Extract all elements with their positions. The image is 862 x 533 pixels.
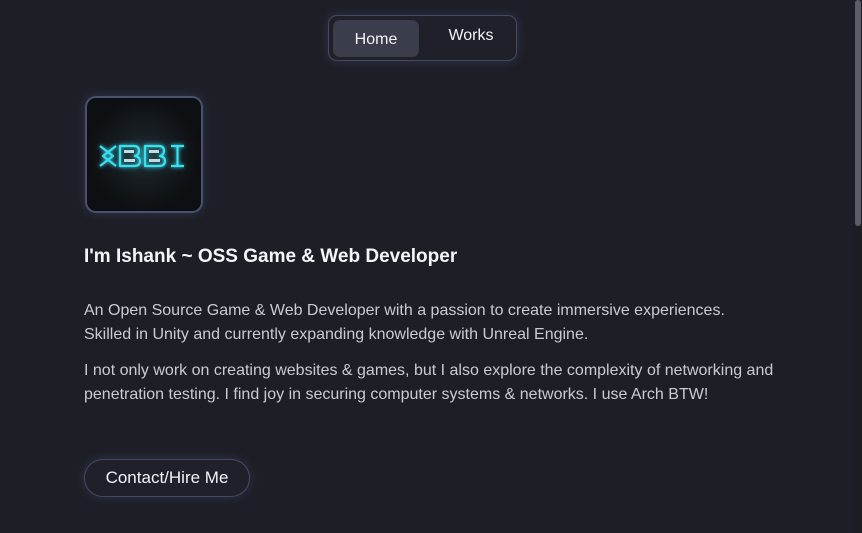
intro-paragraph: An Open Source Game & Web Developer with…: [84, 302, 725, 343]
page-title: I'm Ishank ~ OSS Game & Web Developer: [84, 246, 458, 267]
bio-paragraph: I not only work on creating websites & g…: [84, 362, 774, 403]
nav-home-tab[interactable]: Home: [333, 20, 419, 57]
bbi-logo-icon: [92, 130, 196, 182]
nav-works-tab[interactable]: Works: [429, 20, 513, 57]
contact-hire-button[interactable]: Contact/Hire Me: [84, 459, 250, 497]
avatar-logo: [85, 96, 203, 213]
top-nav: Home Works: [328, 15, 517, 61]
page: Home Works I'm Ishank ~ OSS Game & Web D…: [0, 0, 862, 533]
scrollbar-thumb[interactable]: [855, 0, 861, 226]
vertical-scrollbar[interactable]: [854, 0, 862, 533]
